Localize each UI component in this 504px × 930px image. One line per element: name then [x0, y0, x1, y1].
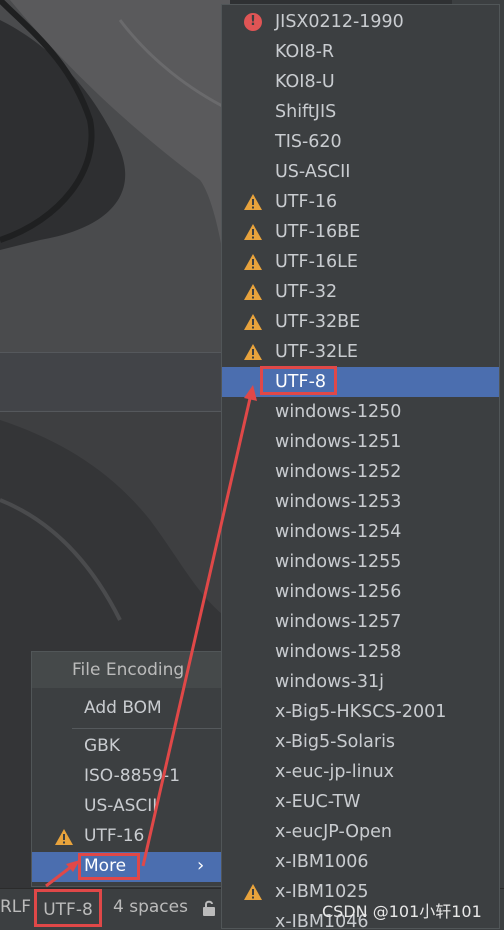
- encoding-item-label: US-ASCII: [84, 796, 158, 816]
- scrollbar-track[interactable]: [500, 0, 504, 929]
- encoding-list-item[interactable]: UTF-32: [222, 277, 499, 307]
- encoding-list-item[interactable]: windows-1254: [222, 517, 499, 547]
- warning-icon: [55, 829, 73, 845]
- encoding-list-item-label: windows-1250: [275, 402, 402, 422]
- add-bom-label: Add BOM: [84, 698, 162, 718]
- encoding-list-item-label: windows-1254: [275, 522, 402, 542]
- more-encodings-list: ! JISX0212-1990 KOI8-R KOI8-U ShiftJIS TIS-62…: [221, 4, 500, 929]
- line-separator-widget[interactable]: RLF: [0, 897, 31, 917]
- warning-icon: [244, 194, 262, 210]
- encoding-list-item-label: JISX0212-1990: [275, 12, 404, 32]
- encoding-list-item[interactable]: windows-1253: [222, 487, 499, 517]
- encoding-list-item[interactable]: windows-1252: [222, 457, 499, 487]
- encoding-list-item[interactable]: KOI8-U: [222, 67, 499, 97]
- encoding-list-item[interactable]: x-euc-jp-linux: [222, 757, 499, 787]
- encoding-list-item[interactable]: windows-31j: [222, 667, 499, 697]
- encoding-list-item-label: TIS-620: [275, 132, 342, 152]
- file-encoding-popup: File Encoding Add BOM GBK ISO-8859-1 US-…: [31, 651, 225, 887]
- encoding-item-utf-16[interactable]: UTF-16: [32, 822, 224, 852]
- encoding-list-item[interactable]: x-IBM1006: [222, 847, 499, 877]
- encoding-list-item-label: windows-1257: [275, 612, 402, 632]
- encoding-list-item-label: UTF-32LE: [275, 342, 358, 362]
- encoding-list-item[interactable]: TIS-620: [222, 127, 499, 157]
- encoding-list-item-label: x-EUC-TW: [275, 792, 361, 812]
- indent-widget[interactable]: 4 spaces: [113, 897, 188, 917]
- encoding-list-item-label: x-euc-jp-linux: [275, 762, 395, 782]
- error-icon: !: [244, 13, 262, 31]
- encoding-list-item[interactable]: windows-1256: [222, 577, 499, 607]
- encoding-list-item-label: windows-1258: [275, 642, 402, 662]
- warning-icon: [244, 224, 262, 240]
- encoding-widget[interactable]: UTF-8: [34, 889, 102, 927]
- encoding-list-item-label: x-eucJP-Open: [275, 822, 393, 842]
- encoding-list-item-label: KOI8-U: [275, 72, 335, 92]
- warning-icon: [244, 344, 262, 360]
- encoding-list-item-label: ShiftJIS: [275, 102, 337, 122]
- encoding-list-item[interactable]: US-ASCII: [222, 157, 499, 187]
- encoding-item-label: ISO-8859-1: [84, 766, 181, 786]
- encoding-list-item[interactable]: x-EUC-TW: [222, 787, 499, 817]
- encoding-list-item-label: windows-1256: [275, 582, 402, 602]
- warning-icon: [244, 254, 262, 270]
- encoding-list-item-label: US-ASCII: [275, 162, 351, 182]
- encoding-list-item[interactable]: windows-1255: [222, 547, 499, 577]
- encoding-item-label: UTF-16: [84, 826, 145, 846]
- encoding-list-item-label: KOI8-R: [275, 42, 335, 62]
- encoding-list-item[interactable]: UTF-16BE: [222, 217, 499, 247]
- encoding-list-item-label: windows-1253: [275, 492, 402, 512]
- encoding-list-item[interactable]: KOI8-R: [222, 37, 499, 67]
- encoding-list-item-label: windows-1252: [275, 462, 402, 482]
- encoding-item-label: GBK: [84, 736, 120, 756]
- encoding-list-item-label: x-Big5-HKSCS-2001: [275, 702, 447, 722]
- encoding-list-item[interactable]: ShiftJIS: [222, 97, 499, 127]
- encoding-list-item-label: UTF-16: [275, 192, 338, 212]
- encoding-list-item-label: windows-31j: [275, 672, 384, 692]
- encoding-list-item[interactable]: x-Big5-Solaris: [222, 727, 499, 757]
- popup-title-text: File Encoding: [72, 660, 185, 680]
- encoding-list-item[interactable]: x-eucJP-Open: [222, 817, 499, 847]
- encoding-list-item[interactable]: UTF-16LE: [222, 247, 499, 277]
- encoding-list-item[interactable]: UTF-16: [222, 187, 499, 217]
- encoding-list-item-label: UTF-16BE: [275, 222, 361, 242]
- unlock-icon[interactable]: [201, 899, 217, 922]
- encoding-list-item[interactable]: ! JISX0212-1990: [222, 7, 499, 37]
- encoding-item-iso-8859-1[interactable]: ISO-8859-1: [32, 762, 224, 792]
- encoding-list-item[interactable]: UTF-8: [222, 366, 499, 397]
- more-label: More: [84, 856, 127, 876]
- encoding-list-item[interactable]: windows-1250: [222, 397, 499, 427]
- add-bom-item[interactable]: Add BOM: [32, 694, 224, 724]
- encoding-list-item[interactable]: windows-1258: [222, 637, 499, 667]
- divider: [72, 728, 224, 729]
- warning-icon: [244, 314, 262, 330]
- encoding-list-item[interactable]: windows-1251: [222, 427, 499, 457]
- chevron-right-icon: ›: [197, 855, 205, 876]
- editor-panel-strip: [0, 352, 230, 412]
- encoding-list-item-label: x-Big5-Solaris: [275, 732, 396, 752]
- encoding-list-item[interactable]: x-Big5-HKSCS-2001: [222, 697, 499, 727]
- encoding-list-item[interactable]: windows-1257: [222, 607, 499, 637]
- encoding-list-item-label: windows-1251: [275, 432, 402, 452]
- warning-icon: [244, 284, 262, 300]
- encoding-list-item-label: x-IBM1006: [275, 852, 369, 872]
- encoding-list-item-label: UTF-16LE: [275, 252, 358, 272]
- encoding-item-us-ascii[interactable]: US-ASCII: [32, 792, 224, 822]
- encoding-item-gbk[interactable]: GBK: [32, 732, 224, 762]
- encoding-list-item-label: UTF-32: [275, 282, 338, 302]
- encoding-list-item[interactable]: UTF-32LE: [222, 337, 499, 367]
- warning-icon: [244, 884, 262, 900]
- encoding-list-item[interactable]: UTF-32BE: [222, 307, 499, 337]
- encoding-list-item-label: UTF-8: [275, 372, 327, 392]
- encoding-list-item-label: windows-1255: [275, 552, 402, 572]
- more-encodings-item[interactable]: More ›: [32, 852, 224, 882]
- popup-title: File Encoding: [32, 652, 224, 688]
- encoding-list-item-label: UTF-32BE: [275, 312, 361, 332]
- watermark: CSDN @101小轩101: [322, 902, 482, 921]
